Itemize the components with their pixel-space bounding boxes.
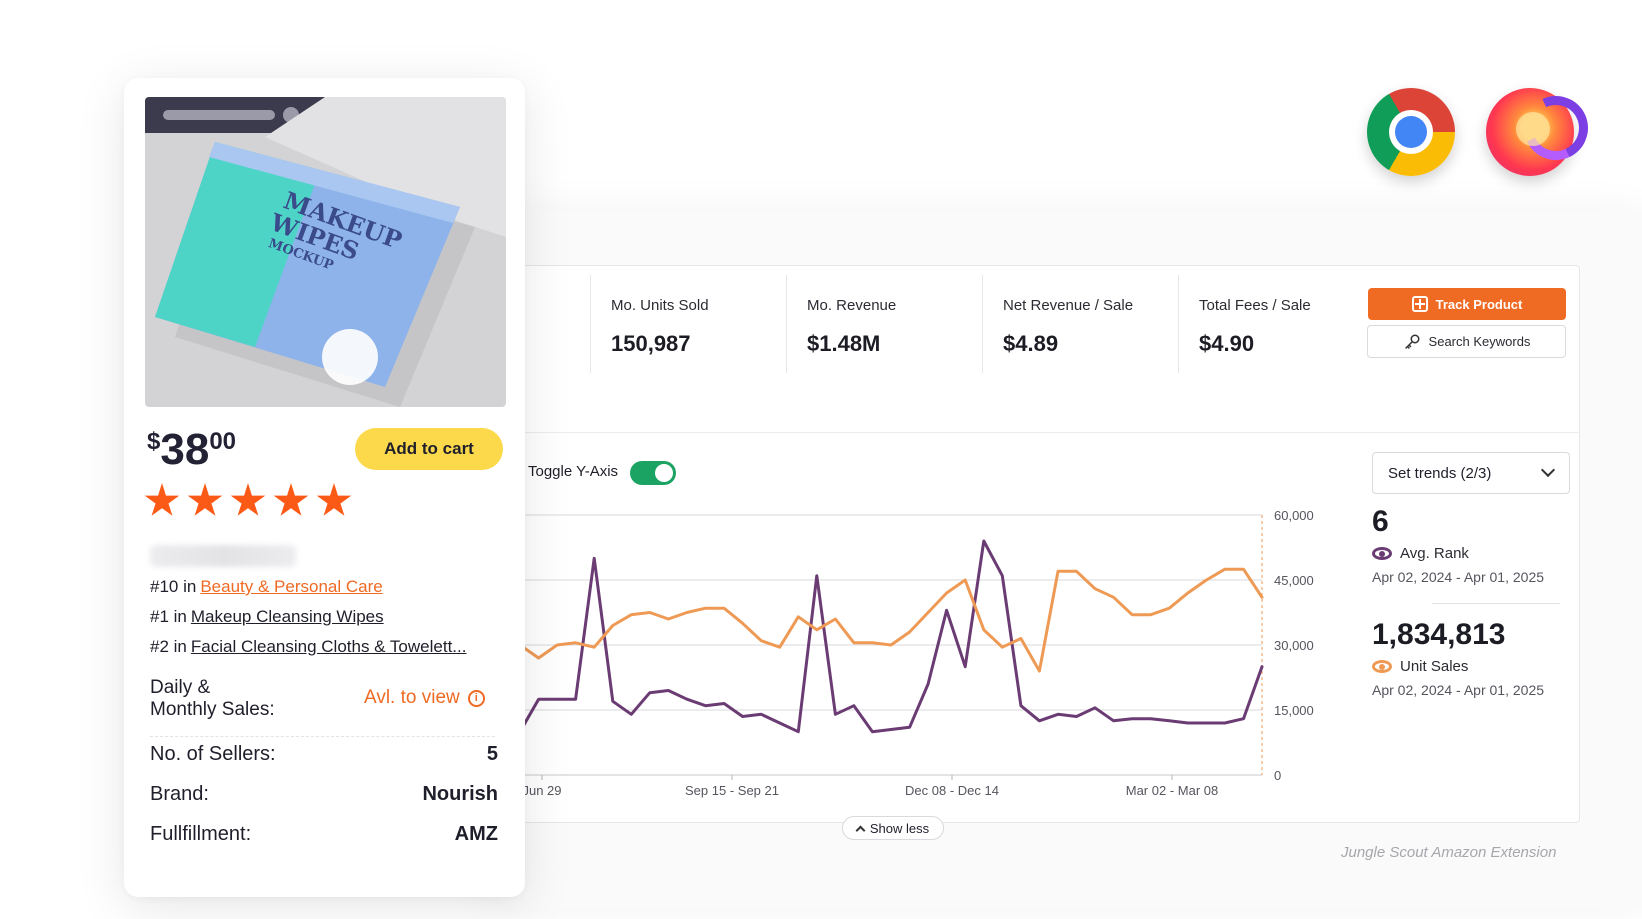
stat-value: 150,987 [611,331,691,356]
rank-category-link[interactable]: Makeup Cleansing Wipes [191,607,384,626]
search-keywords-label: Search Keywords [1428,334,1531,349]
show-less-label: Show less [869,820,930,836]
divider [1432,603,1560,604]
price-currency: $ [147,428,161,455]
stat-label: Mo. Revenue [807,297,897,314]
trend-chart: 0 15,000 30,000 45,000 60,000 Jun 29 Sep 15 - … [520,508,1314,798]
sales-label: Daily & Monthly Sales: [150,677,275,721]
price-whole: 38 [160,425,210,474]
blurred-asin [150,545,296,567]
y-tick-label: 60,000 [1274,508,1314,523]
price-cents: 00 [209,428,237,455]
divider [481,432,1580,433]
product-image-art: MAKEUP WIPES MOCKUP [145,97,506,407]
stat-units-sold: Mo. Units Sold 150,987 [590,275,780,373]
brand-value: Nourish [422,783,498,805]
rank-position: #10 in [150,577,197,596]
star-icon [316,483,352,516]
key-icon [1404,334,1420,349]
stat-value: $4.89 [1003,331,1059,356]
fulfillment-row: Fullfillment: AMZ [150,823,498,846]
star-icon [230,483,266,516]
rank-position: #2 in [150,637,187,656]
stat-revenue: Mo. Revenue $1.48M [786,275,976,373]
unit-sales-value: 1,834,813 [1372,618,1506,651]
rating-stars [144,483,352,519]
add-to-cart-button[interactable]: Add to cart [355,428,503,470]
fulfillment-value: AMZ [454,823,498,845]
rank-category-link[interactable]: Beauty & Personal Care [200,577,382,596]
unit-sales-line [520,567,1264,673]
avg-rank-line [520,539,1264,734]
fulfillment-label: Fullfillment: [150,823,252,845]
chrome-icon [1367,88,1455,176]
set-trends-value: Set trends (2/3) [1388,464,1492,482]
y-tick-label: 0 [1274,768,1281,783]
search-keywords-button[interactable]: Search Keywords [1367,325,1566,358]
divider [150,736,495,737]
brand-label: Brand: [150,783,209,805]
sales-available-text: Avl. to view [364,687,460,708]
avg-rank-value: 6 [1372,505,1389,538]
rank-row: #10 in Beauty & Personal Care [150,577,383,597]
toggle-y-axis-switch[interactable] [630,461,676,485]
x-tick-label: Dec 08 - Dec 14 [905,783,999,798]
set-trends-dropdown[interactable]: Set trends (2/3) [1372,452,1570,494]
track-product-button[interactable]: Track Product [1368,288,1566,320]
sales-available-link[interactable]: Avl. to view i [364,687,485,709]
stat-label: Net Revenue / Sale [1003,297,1134,314]
eye-icon [1372,660,1392,673]
unit-sales-label: Unit Sales [1400,658,1469,675]
eye-icon [1372,547,1392,560]
brand-row: Brand: Nourish [150,783,498,806]
rank-row: #1 in Makeup Cleansing Wipes [150,607,384,627]
product-price: $3800 [147,425,236,475]
stat-label: Mo. Units Sold [611,297,709,314]
x-tick-label: Sep 15 - Sep 21 [685,783,779,798]
toggle-y-axis-label: Toggle Y-Axis [528,463,619,480]
y-tick-label: 15,000 [1274,703,1314,718]
stat-net-revenue: Net Revenue / Sale $4.89 [982,275,1172,373]
star-icon [273,483,309,516]
stat-total-fees: Total Fees / Sale $4.90 [1178,275,1358,373]
star-icon [187,483,223,516]
track-product-label: Track Product [1435,296,1523,312]
unit-sales-range: Apr 02, 2024 - Apr 01, 2025 [1372,682,1545,698]
rank-category-link[interactable]: Facial Cleansing Cloths & Towelett... [191,637,467,656]
sales-label-line1: Daily & [150,677,211,698]
plus-icon [1411,296,1428,312]
sellers-value: 5 [486,743,498,765]
star-icon [144,483,180,516]
sellers-row: No. of Sellers: 5 [150,743,498,766]
caption: Jungle Scout Amazon Extension [1341,844,1557,861]
x-tick-label: Mar 02 - Mar 08 [1126,783,1218,798]
unit-sales-legend[interactable]: Unit Sales [1372,658,1468,675]
show-less-button[interactable]: Show less [842,816,944,840]
stat-label: Total Fees / Sale [1199,297,1311,314]
rank-position: #1 in [150,607,187,626]
info-icon: i [467,689,485,707]
sales-label-line2: Monthly Sales: [150,699,275,720]
chevron-down-icon [1540,462,1556,478]
avg-rank-label: Avg. Rank [1400,545,1469,562]
y-tick-label: 45,000 [1274,573,1314,588]
stat-value: $4.90 [1199,331,1255,356]
x-tick-label: Jun 29 [522,783,561,798]
avg-rank-range: Apr 02, 2024 - Apr 01, 2025 [1372,569,1545,585]
product-image[interactable]: MAKEUP WIPES MOCKUP [145,97,506,407]
y-tick-label: 30,000 [1274,638,1314,653]
firefox-icon [1486,88,1574,176]
rank-row: #2 in Facial Cleansing Cloths & Towelett.… [150,637,466,657]
avg-rank-legend[interactable]: Avg. Rank [1372,545,1469,562]
sellers-label: No. of Sellers: [150,743,276,765]
stat-value: $1.48M [807,331,881,356]
chevron-up-icon [855,825,866,835]
